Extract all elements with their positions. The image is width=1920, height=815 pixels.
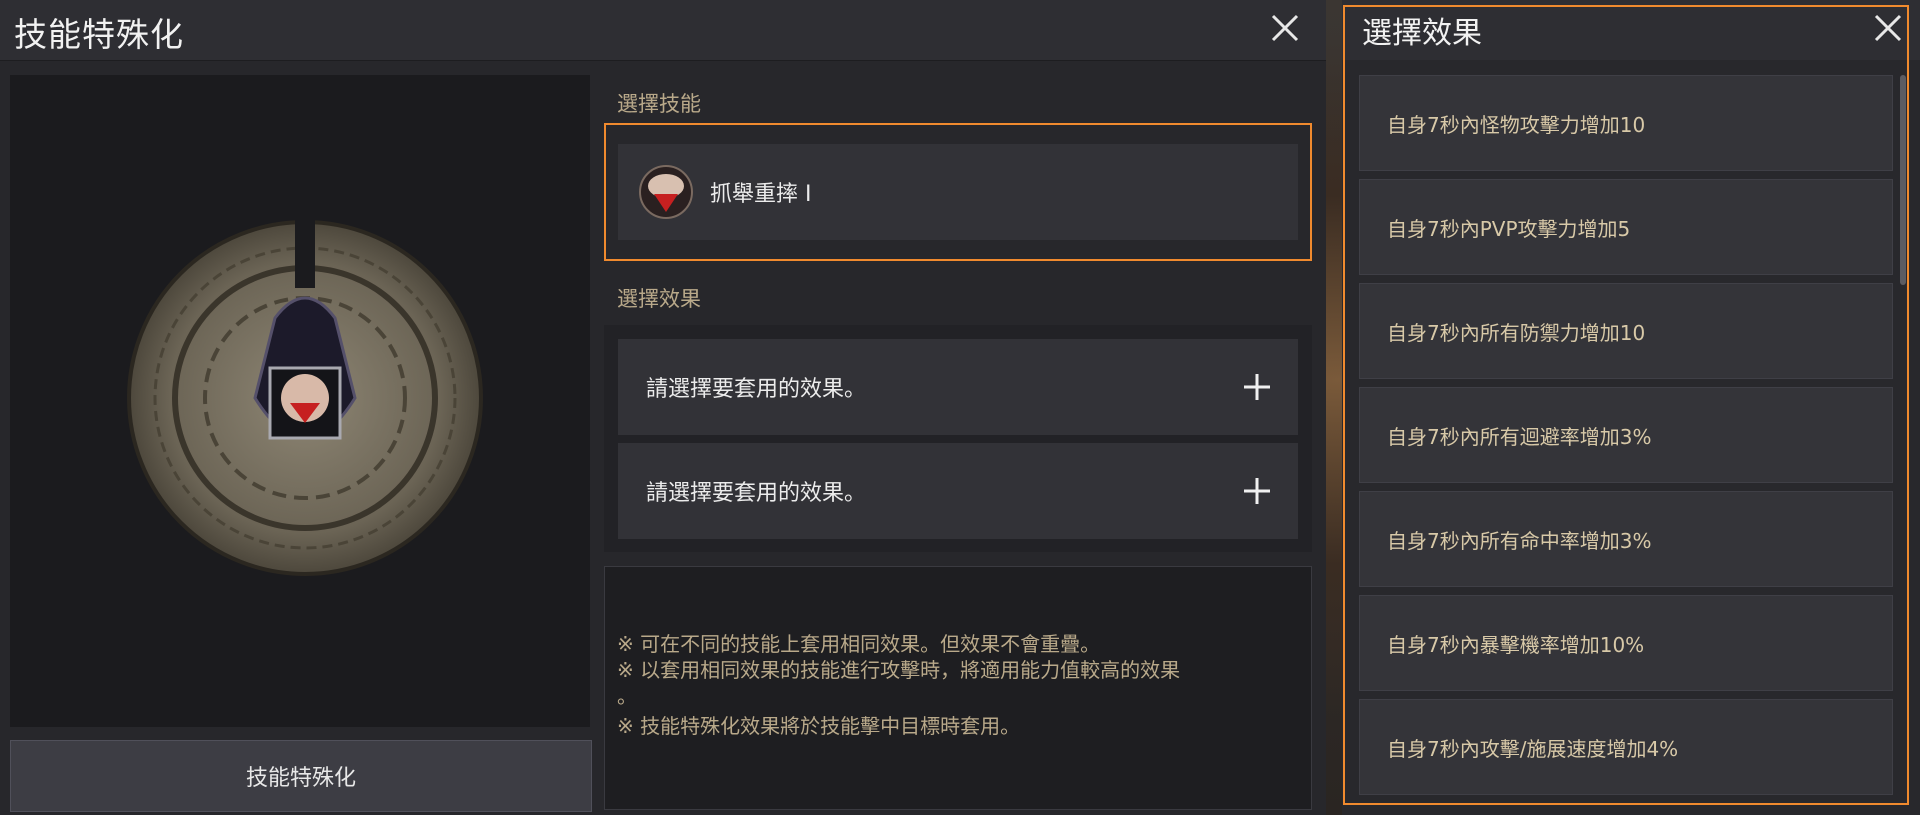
- note-line: 。: [617, 684, 637, 708]
- note-line: ※ 以套用相同效果的技能進行攻擊時，將適用能力值較高的效果: [617, 658, 1181, 682]
- note-line: ※ 技能特殊化效果將於技能擊中目標時套用。: [617, 714, 1021, 738]
- select-skill-label: 選擇技能: [617, 92, 701, 116]
- skill-name: 抓舉重摔 Ⅰ: [710, 182, 812, 207]
- selected-skill-row[interactable]: 抓舉重摔 Ⅰ: [618, 144, 1298, 240]
- effect-slot-1[interactable]: 請選擇要套用的效果。: [618, 339, 1298, 435]
- effect-option[interactable]: 自身7秒內PVP攻擊力增加5: [1359, 179, 1893, 275]
- effect-option-label: 自身7秒內攻擊/施展速度增加4%: [1387, 736, 1679, 761]
- plus-icon[interactable]: [1242, 476, 1272, 506]
- scrollbar[interactable]: [1900, 75, 1906, 285]
- fist-skill-icon: [639, 165, 693, 219]
- title-bar: 選擇效果: [1342, 0, 1920, 60]
- effect-option[interactable]: 自身7秒內攻擊/施展速度增加4%: [1359, 699, 1893, 795]
- effect-option[interactable]: 自身7秒內暴擊機率增加10%: [1359, 595, 1893, 691]
- plus-icon[interactable]: [1242, 372, 1272, 402]
- effect-option-label: 自身7秒內PVP攻擊力增加5: [1387, 216, 1631, 241]
- effect-option[interactable]: 自身7秒內所有命中率增加3%: [1359, 491, 1893, 587]
- panel-title: 選擇效果: [1362, 16, 1482, 51]
- close-icon[interactable]: [1868, 8, 1908, 48]
- effect-option[interactable]: 自身7秒內所有防禦力增加10: [1359, 283, 1893, 379]
- note-line: ※ 可在不同的技能上套用相同效果。但效果不會重疊。: [617, 632, 1101, 656]
- effect-option[interactable]: 自身7秒內所有迴避率增加3%: [1359, 387, 1893, 483]
- skill-preview-area: [10, 75, 590, 727]
- effect-option-label: 自身7秒內暴擊機率增加10%: [1387, 632, 1645, 657]
- title-bar: 技能特殊化: [0, 0, 1326, 61]
- effect-slot-label: 請選擇要套用的效果。: [646, 377, 867, 402]
- specialize-button[interactable]: 技能特殊化: [10, 740, 592, 812]
- medallion-emblem-icon: [127, 218, 483, 576]
- effect-option-label: 自身7秒內怪物攻擊力增加10: [1387, 112, 1646, 137]
- effect-option-label: 自身7秒內所有命中率增加3%: [1387, 528, 1652, 553]
- effect-option[interactable]: 自身7秒內怪物攻擊力增加10: [1359, 75, 1893, 171]
- select-effect-label: 選擇效果: [617, 287, 701, 311]
- effect-slot-label: 請選擇要套用的效果。: [646, 481, 867, 506]
- notes-box: ※ 可在不同的技能上套用相同效果。但效果不會重疊。 ※ 以套用相同效果的技能進行…: [604, 566, 1312, 810]
- effect-option-label: 自身7秒內所有防禦力增加10: [1387, 320, 1646, 345]
- effect-slot-2[interactable]: 請選擇要套用的效果。: [618, 443, 1298, 539]
- panel-title: 技能特殊化: [14, 15, 184, 54]
- skill-specialization-panel: 技能特殊化 選擇技能 抓舉重摔 Ⅰ 選擇效果 請選擇要套用的效果。 請選擇要套用…: [0, 0, 1326, 815]
- effect-option-label: 自身7秒內所有迴避率增加3%: [1387, 424, 1652, 449]
- close-icon[interactable]: [1265, 8, 1305, 48]
